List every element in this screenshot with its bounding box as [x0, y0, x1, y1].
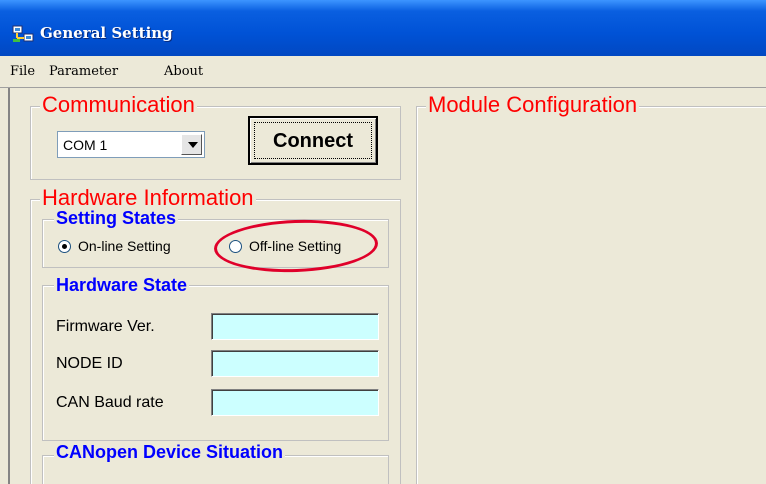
com-port-select[interactable]: COM 1: [57, 131, 205, 158]
chevron-down-icon: [188, 142, 198, 148]
module-configuration-group: [416, 106, 766, 484]
connect-button-label: Connect: [273, 130, 353, 152]
setting-states-title: Setting States: [54, 208, 179, 228]
can-baud-rate-field[interactable]: [211, 389, 379, 416]
menu-bar: File Parameter About: [0, 56, 766, 86]
communication-title: Communication: [40, 92, 197, 117]
online-setting-radio[interactable]: [58, 240, 71, 253]
network-app-icon: [12, 25, 34, 42]
node-id-field[interactable]: [211, 350, 379, 377]
general-setting-window: General Setting File Parameter About Com…: [0, 0, 766, 484]
window-left-border: [8, 88, 10, 484]
title-bar[interactable]: General Setting: [0, 0, 766, 56]
can-baud-rate-label: CAN Baud rate: [56, 394, 164, 411]
firmware-version-field[interactable]: [211, 313, 379, 340]
com-port-value: COM 1: [63, 137, 108, 153]
hardware-state-title: Hardware State: [54, 275, 190, 295]
module-configuration-title: Module Configuration: [426, 92, 640, 117]
menu-parameter[interactable]: Parameter: [49, 64, 118, 79]
connect-button[interactable]: Connect: [248, 116, 378, 165]
menu-separator: [0, 87, 766, 88]
window-left-edge: [0, 88, 12, 484]
hardware-information-title: Hardware Information: [40, 185, 256, 210]
node-id-label: NODE ID: [56, 355, 123, 372]
window-title: General Setting: [40, 24, 173, 42]
online-setting-label[interactable]: On-line Setting: [78, 238, 171, 254]
canopen-device-situation-title: CANopen Device Situation: [54, 442, 286, 462]
com-port-dropdown-button[interactable]: [181, 134, 202, 155]
menu-file[interactable]: File: [10, 64, 35, 79]
menu-about[interactable]: About: [164, 64, 203, 79]
firmware-version-label: Firmware Ver.: [56, 318, 155, 335]
